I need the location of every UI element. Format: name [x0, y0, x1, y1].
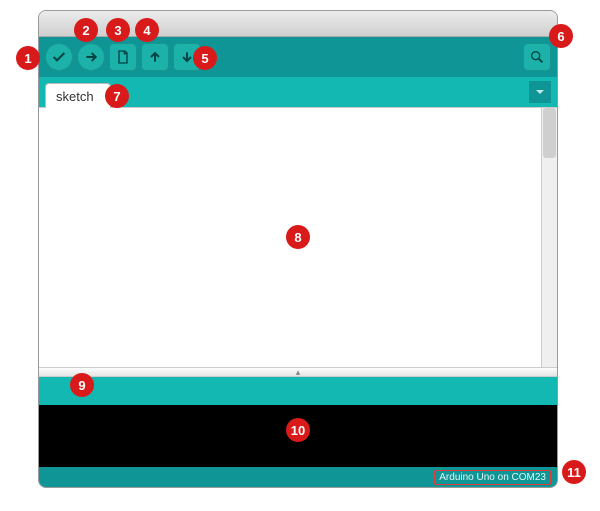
callout-9: 9 [70, 373, 94, 397]
arrow-up-icon [147, 49, 163, 65]
callout-5: 5 [193, 46, 217, 70]
arrow-right-icon [83, 49, 99, 65]
ide-window: sketch ▴ Arduino Uno on COM23 [38, 10, 558, 488]
horizontal-splitter[interactable]: ▴ [39, 367, 557, 377]
footer-bar: Arduino Uno on COM23 [39, 467, 557, 487]
scrollbar-thumb[interactable] [543, 108, 556, 158]
callout-2: 2 [74, 18, 98, 42]
callout-11: 11 [562, 460, 586, 484]
file-icon [115, 49, 131, 65]
toolbar [39, 37, 557, 77]
verify-button[interactable] [45, 43, 73, 71]
board-port-label: Arduino Uno on COM23 [434, 470, 551, 485]
tab-sketch[interactable]: sketch [45, 83, 111, 108]
callout-7: 7 [105, 84, 129, 108]
chevron-down-icon [535, 87, 545, 97]
open-button[interactable] [141, 43, 169, 71]
upload-button[interactable] [77, 43, 105, 71]
serial-monitor-button[interactable] [523, 43, 551, 71]
callout-10: 10 [286, 418, 310, 442]
splitter-grip-icon: ▴ [296, 367, 301, 378]
callout-1: 1 [16, 46, 40, 70]
tab-menu-button[interactable] [529, 81, 551, 103]
callout-3: 3 [106, 18, 130, 42]
new-button[interactable] [109, 43, 137, 71]
magnifier-icon [529, 49, 545, 65]
check-icon [51, 49, 67, 65]
status-bar [39, 377, 557, 405]
callout-4: 4 [135, 18, 159, 42]
tab-label: sketch [56, 89, 94, 104]
callout-8: 8 [286, 225, 310, 249]
vertical-scrollbar[interactable] [541, 108, 557, 367]
callout-6: 6 [549, 24, 573, 48]
